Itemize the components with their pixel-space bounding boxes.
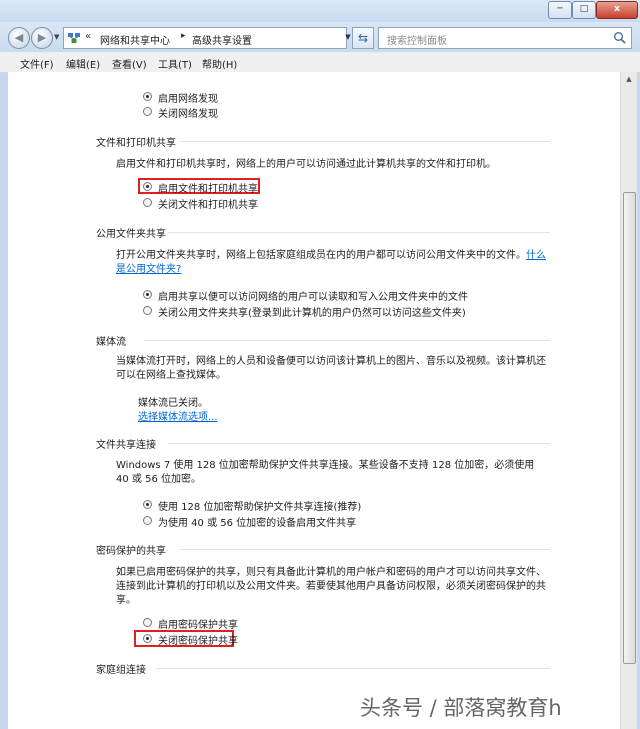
network-discovery-off-label[interactable]: 关闭网络发现 (158, 105, 218, 120)
public-folder-off-label[interactable]: 关闭公用文件夹共享(登录到此计算机的用户仍然可以访问这些文件夹) (158, 304, 466, 319)
public-folder-off-radio[interactable] (143, 306, 152, 315)
section-title-file-sharing: 文件共享连接 (96, 440, 156, 451)
section-title-password: 密码保护的共享 (96, 546, 166, 557)
menu-file[interactable]: 文件(F) (20, 56, 54, 71)
close-button[interactable]: x (596, 1, 638, 19)
network-discovery-on-radio[interactable] (143, 92, 152, 101)
section-divider (144, 340, 550, 341)
public-folder-description: 打开公用文件夹共享时，网络上包括家庭组成员在内的用户都可以访问公用文件夹中的文件… (116, 249, 546, 277)
watermark: 头条号 / 部落窝教育h (360, 696, 562, 720)
media-status: 媒体流已关闭。 (138, 398, 208, 409)
refresh-button[interactable]: ⇆ (352, 27, 374, 49)
password-on-label[interactable]: 启用密码保护共享 (158, 616, 238, 631)
file-printer-on-label[interactable]: 启用文件和打印机共享 (158, 180, 258, 195)
scroll-thumb[interactable] (623, 192, 636, 664)
minimize-button[interactable]: ─ (548, 1, 572, 19)
section-divider (168, 232, 550, 233)
encryption-128-radio[interactable] (143, 500, 152, 509)
file-printer-description: 启用文件和打印机共享时，网络上的用户可以访问通过此计算机共享的文件和打印机。 (116, 159, 496, 170)
network-discovery-off-radio[interactable] (143, 107, 152, 116)
encryption-40-56-label[interactable]: 为使用 40 或 56 位加密的设备启用文件共享 (158, 514, 356, 529)
maximize-button[interactable]: □ (572, 1, 596, 19)
section-divider (180, 141, 550, 142)
section-title-homegroup: 家庭组连接 (96, 665, 146, 676)
recent-pages-icon[interactable]: ▼ (54, 33, 59, 41)
file-printer-off-label[interactable]: 关闭文件和打印机共享 (158, 196, 258, 211)
section-divider (168, 443, 550, 444)
file-sharing-description: Windows 7 使用 128 位加密帮助保护文件共享连接。某些设备不支持 1… (116, 460, 535, 485)
back-button[interactable]: ◀ (8, 27, 30, 49)
encryption-128-label[interactable]: 使用 128 位加密帮助保护文件共享连接(推荐) (158, 498, 361, 513)
vertical-scrollbar[interactable]: ▲ (620, 72, 637, 729)
section-title-media: 媒体流 (96, 337, 126, 348)
password-on-radio[interactable] (143, 618, 152, 627)
public-folder-on-label[interactable]: 启用共享以便可以访问网络的用户可以读取和写入公用文件夹中的文件 (158, 288, 468, 303)
search-input[interactable]: 搜索控制面板 (378, 27, 632, 49)
address-bar[interactable]: « 网络和共享中心 ▸ 高级共享设置 (63, 27, 347, 49)
section-divider (180, 549, 550, 550)
breadcrumb-separator-icon[interactable]: ▸ (181, 31, 186, 41)
search-placeholder: 搜索控制面板 (387, 36, 447, 47)
breadcrumb-overflow-icon[interactable]: « (85, 31, 91, 42)
breadcrumb-advanced-sharing[interactable]: 高级共享设置 (192, 32, 252, 47)
menu-bar: 文件(F) 编辑(E) 查看(V) 工具(T) 帮助(H) (0, 52, 640, 73)
media-options-link[interactable]: 选择媒体流选项... (138, 408, 218, 423)
password-off-label[interactable]: 关闭密码保护共享 (158, 632, 238, 647)
settings-content: 启用网络发现 关闭网络发现 文件和打印机共享 启用文件和打印机共享时，网络上的用… (8, 72, 620, 729)
media-description: 当媒体流打开时，网络上的人员和设备便可以访问该计算机上的图片、音乐以及视频。该计… (116, 356, 546, 381)
network-discovery-on-label[interactable]: 启用网络发现 (158, 90, 218, 105)
file-printer-on-radio[interactable] (143, 182, 152, 191)
file-printer-off-radio[interactable] (143, 198, 152, 207)
encryption-40-56-radio[interactable] (143, 516, 152, 525)
title-bar: ─ □ x (0, 0, 640, 22)
public-folder-description-text: 打开公用文件夹共享时，网络上包括家庭组成员在内的用户都可以访问公用文件夹中的文件… (116, 250, 526, 261)
scroll-up-icon[interactable]: ▲ (621, 72, 637, 86)
password-off-radio[interactable] (143, 634, 152, 643)
forward-button[interactable]: ▶ (31, 27, 53, 49)
menu-edit[interactable]: 编辑(E) (66, 56, 100, 71)
password-description: 如果已启用密码保护的共享，则只有具备此计算机的用户帐户和密码的用户才可以访问共享… (116, 567, 546, 606)
public-folder-on-radio[interactable] (143, 290, 152, 299)
network-icon (68, 33, 80, 43)
section-title-file-printer: 文件和打印机共享 (96, 138, 176, 149)
search-icon[interactable] (613, 31, 627, 45)
menu-tools[interactable]: 工具(T) (158, 56, 192, 71)
section-title-public-folder: 公用文件夹共享 (96, 229, 166, 240)
menu-help[interactable]: 帮助(H) (202, 56, 237, 71)
breadcrumb-network-center[interactable]: 网络和共享中心 (100, 32, 170, 47)
section-divider (156, 668, 550, 669)
menu-view[interactable]: 查看(V) (112, 56, 147, 71)
